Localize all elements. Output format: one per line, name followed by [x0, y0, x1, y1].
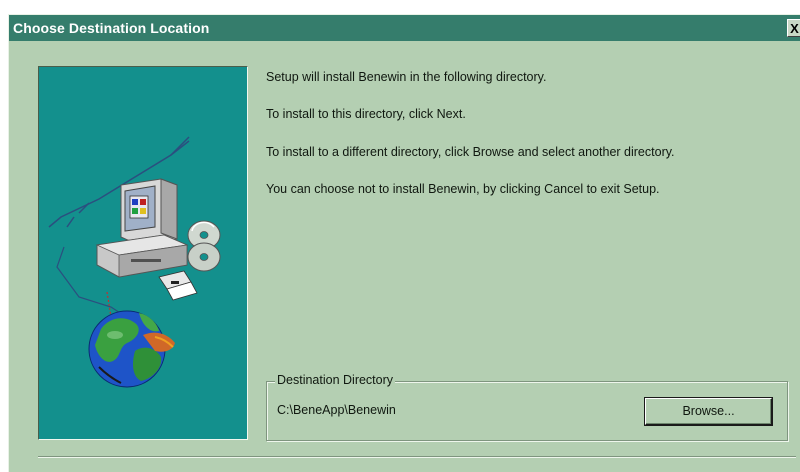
- next-instruction-text: To install to this directory, click Next…: [266, 107, 466, 121]
- destination-directory-label: Destination Directory: [275, 373, 396, 387]
- cancel-instruction-text: You can choose not to install Benewin, b…: [266, 182, 660, 196]
- browse-instruction-text: To install to a different directory, cli…: [266, 145, 675, 159]
- close-button[interactable]: X: [787, 19, 800, 37]
- setup-dialog: Choose Destination Location X Setup will…: [8, 14, 800, 472]
- window-title: Choose Destination Location: [13, 20, 210, 36]
- illustration-graphic: [48, 136, 221, 388]
- divider: [38, 456, 796, 458]
- cd-icon: [187, 220, 221, 272]
- computer-icon: [95, 178, 189, 278]
- floppy-disk-icon: [158, 270, 198, 301]
- setup-illustration: [38, 66, 248, 440]
- title-bar[interactable]: Choose Destination Location X: [9, 15, 800, 41]
- destination-directory-group: Destination Directory C:\BeneApp\Benewin…: [266, 373, 788, 441]
- destination-path: C:\BeneApp\Benewin: [277, 403, 396, 417]
- globe-icon: [88, 310, 175, 388]
- intro-text: Setup will install Benewin in the follow…: [266, 70, 547, 84]
- browse-button[interactable]: Browse...: [645, 398, 772, 425]
